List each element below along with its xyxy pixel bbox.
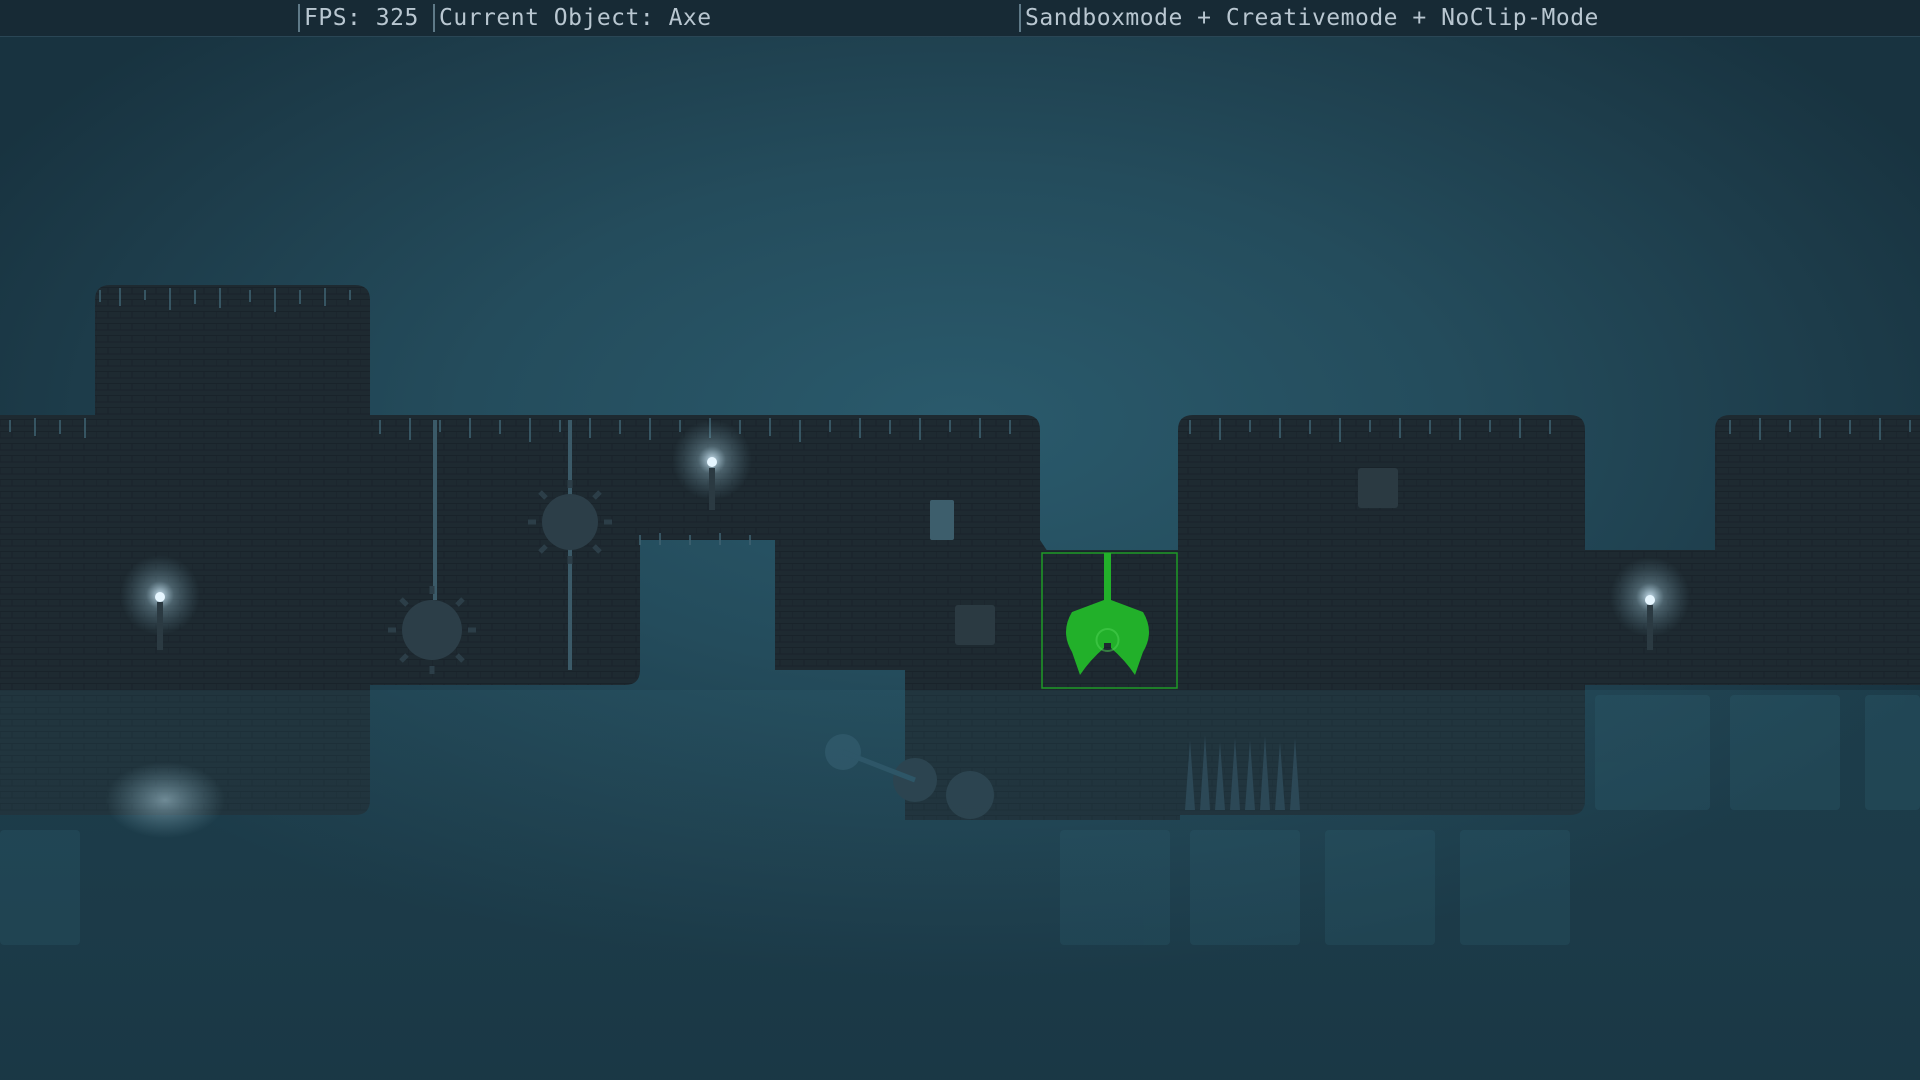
fps-counter: FPS: 325 [304, 0, 419, 36]
game-scene [0, 285, 1920, 1080]
hud-bar: FPS: 325 Current Object: Axe Sandboxmode… [0, 0, 1920, 37]
game-mode-indicator: Sandboxmode + Creativemode + NoClip-Mode [1025, 5, 1599, 31]
hud-separator [298, 4, 300, 32]
current-object-value: Axe [668, 5, 712, 31]
fog-layer [0, 690, 1920, 1080]
current-object-label: Current Object: [439, 5, 655, 31]
current-object: Current Object: Axe [439, 0, 712, 36]
hud-separator [1019, 4, 1021, 32]
spike-ball [542, 494, 598, 550]
spike-ball [402, 600, 462, 660]
fps-value: 325 [375, 5, 419, 31]
game-viewport[interactable] [0, 0, 1920, 1080]
terrain-far-right [1715, 415, 1920, 685]
fps-label: FPS: [304, 5, 362, 31]
hud-separator [433, 4, 435, 32]
